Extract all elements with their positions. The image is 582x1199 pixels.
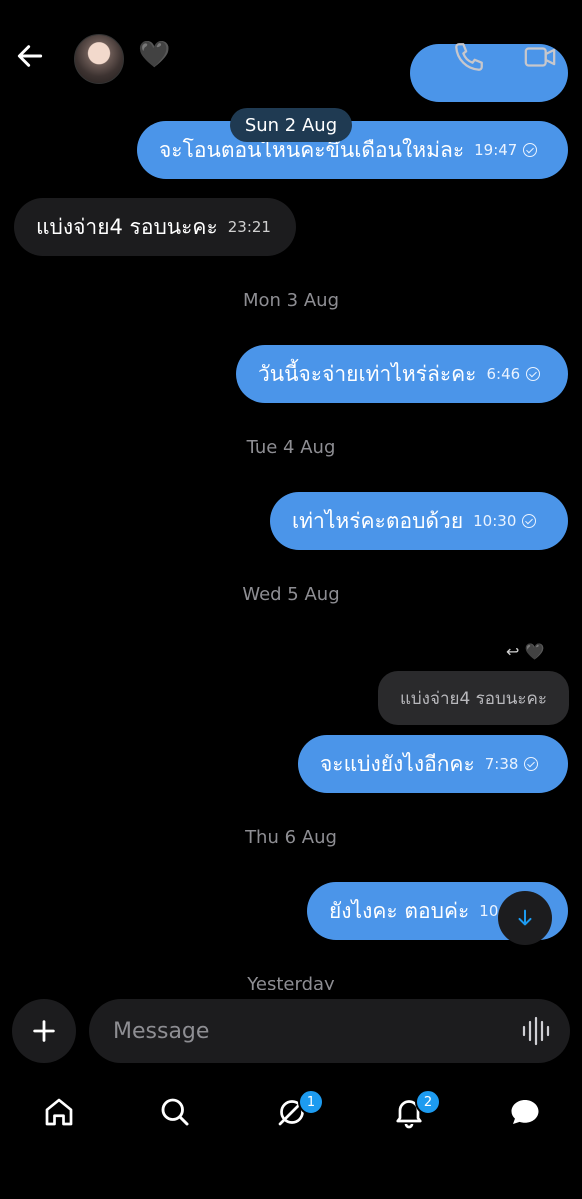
message-time: 6:46 xyxy=(486,365,521,383)
add-attachment-button[interactable] xyxy=(12,999,76,1063)
message-bubble-outgoing[interactable]: จะแบ่งยังไงอีกคะ 7:38 xyxy=(298,735,568,793)
message-time: 23:21 xyxy=(227,218,271,236)
message-text: เท่าไหร่คะตอบด้วย xyxy=(292,508,464,533)
date-separator: Thu 6 Aug xyxy=(245,827,337,848)
notifications-badge: 2 xyxy=(415,1089,441,1115)
message-input[interactable] xyxy=(89,999,570,1063)
message-time: 19:47 xyxy=(474,141,518,159)
message-time: 7:38 xyxy=(484,755,519,773)
message-text: จะแบ่งยังไงอีกคะ xyxy=(320,751,475,776)
message-list[interactable]: จะโอนตอนไหนคะขึ้นเดือนใหม่ละ 19:47 แบ่งจ… xyxy=(0,0,582,990)
message-text: ยังไงคะ ตอบค่ะ xyxy=(329,898,470,923)
tab-grok[interactable]: 1 xyxy=(274,1089,324,1130)
read-check-icon xyxy=(526,367,541,381)
plus-icon xyxy=(33,1020,55,1042)
read-check-icon xyxy=(524,757,539,771)
phone-call-icon[interactable] xyxy=(452,40,486,74)
contact-avatar[interactable] xyxy=(74,34,124,84)
read-check-icon xyxy=(523,143,538,157)
date-separator: Wed 5 Aug xyxy=(242,584,340,605)
message-bubble-incoming[interactable]: แบ่งจ่าย4 รอบนะคะ 23:21 xyxy=(14,198,296,256)
message-bubble-outgoing[interactable]: วันนี้จะจ่ายเท่าไหร่ล่ะคะ 6:46 xyxy=(236,345,568,403)
messages-icon[interactable] xyxy=(507,1094,543,1130)
reply-reaction-indicator: ↩ 🖤 xyxy=(506,642,545,661)
home-icon[interactable] xyxy=(41,1094,77,1130)
arrow-down-icon xyxy=(518,909,532,926)
message-text: แบ่งจ่าย4 รอบนะคะ xyxy=(36,214,218,239)
contact-name[interactable]: 🖤 xyxy=(138,40,170,70)
back-arrow-icon[interactable] xyxy=(14,40,46,72)
video-call-icon[interactable] xyxy=(523,40,557,74)
date-separator: Tue 4 Aug xyxy=(246,437,336,458)
scroll-to-bottom-button[interactable] xyxy=(498,891,552,945)
message-bubble-outgoing[interactable]: เท่าไหร่คะตอบด้วย 10:30 xyxy=(270,492,568,550)
sticky-date-pill: Sun 2 Aug xyxy=(230,108,352,142)
reply-quote[interactable]: แบ่งจ่าย4 รอบนะคะ xyxy=(378,671,569,725)
voice-message-icon[interactable] xyxy=(520,1016,552,1046)
conversation-header: 🖤 Sun 2 Aug xyxy=(0,0,582,142)
tab-notifications[interactable]: 2 xyxy=(391,1089,441,1130)
search-icon[interactable] xyxy=(157,1094,193,1130)
grok-badge: 1 xyxy=(298,1089,324,1115)
message-time: 10 xyxy=(479,902,499,920)
date-separator: Mon 3 Aug xyxy=(243,290,339,311)
message-composer xyxy=(0,990,582,1072)
message-text: วันนี้จะจ่ายเท่าไหร่ล่ะคะ xyxy=(258,361,477,386)
bottom-navigation: 1 2 xyxy=(0,1072,582,1199)
message-bubble-outgoing[interactable]: จะโอนตอนไหนคะขึ้นเดือนใหม่ละ 19:47 xyxy=(137,121,568,179)
message-time: 10:30 xyxy=(473,512,517,530)
read-check-icon xyxy=(522,514,537,528)
date-separator: Yesterday xyxy=(247,974,335,990)
